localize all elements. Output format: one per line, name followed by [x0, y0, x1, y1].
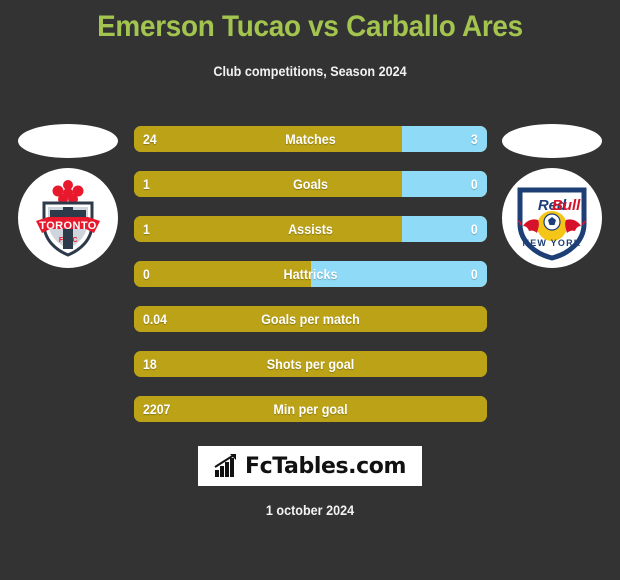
- stat-bar-row: 0.04 Goals per match: [134, 306, 487, 332]
- page-subtitle: Club competitions, Season 2024: [213, 63, 407, 79]
- home-team-badge[interactable]: TORONTO F C: [18, 168, 118, 268]
- stat-label: Shots per goal: [266, 356, 355, 372]
- stat-bar-row: 0 Hattricks 0: [134, 261, 487, 287]
- page-title: Emerson Tucao vs Carballo Ares: [97, 10, 523, 43]
- fctables-logo-text: FcTables.com: [244, 453, 407, 479]
- toronto-fc-badge-icon: TORONTO F C: [36, 180, 100, 257]
- stat-bar-row: 2207 Min per goal: [134, 396, 487, 422]
- decorative-ellipse-left: [18, 124, 118, 158]
- stat-label: Goals per match: [261, 311, 360, 327]
- svg-text:NEW YORK: NEW YORK: [523, 238, 582, 248]
- stat-bar-row: 18 Shots per goal: [134, 351, 487, 377]
- svg-text:TORONTO: TORONTO: [39, 220, 96, 232]
- svg-text:Bull: Bull: [552, 197, 581, 214]
- away-team-badge[interactable]: Red Bull NEW YORK: [502, 168, 602, 268]
- stat-home-value: 0: [143, 266, 150, 282]
- stat-home-value: 1: [143, 221, 150, 237]
- stat-away-value: 3: [471, 131, 478, 147]
- stat-away-value: 0: [471, 221, 478, 237]
- stat-label: Min per goal: [273, 401, 348, 417]
- fctables-logo[interactable]: FcTables.com: [198, 446, 422, 486]
- stat-bars-list: 24 Matches 3 1 Goals 0 1 Assists 0 0 Hattricks 0 0.0…: [134, 126, 487, 441]
- svg-text:F: F: [59, 237, 64, 244]
- bar-chart-growth-icon: [214, 454, 236, 477]
- stat-bar-row: 1 Assists 0: [134, 216, 487, 242]
- svg-text:C: C: [72, 237, 77, 244]
- stat-away-value: 0: [471, 266, 478, 282]
- stat-label: Hattricks: [283, 266, 338, 282]
- stat-away-value: 0: [471, 176, 478, 192]
- decorative-ellipse-right: [502, 124, 602, 158]
- stat-bar-row: 1 Goals 0: [134, 171, 487, 197]
- stat-home-value: 1: [143, 176, 150, 192]
- footer-date: 1 october 2024: [265, 502, 355, 518]
- stat-label: Goals: [292, 176, 329, 192]
- stat-label: Assists: [288, 221, 333, 237]
- new-york-red-bulls-badge-icon: Red Bull NEW YORK: [517, 187, 587, 261]
- stat-bar-row: 24 Matches 3: [134, 126, 487, 152]
- stat-comparison-card: Emerson Tucao vs Carballo Ares Club comp…: [0, 0, 620, 580]
- stat-label: Matches: [285, 131, 336, 147]
